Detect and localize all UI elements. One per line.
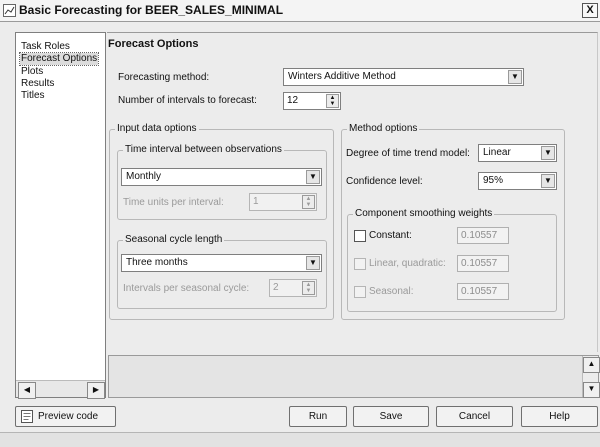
nav-item-forecast-options[interactable]: Forecast Options (18, 52, 100, 66)
scroll-down-icon[interactable]: ▼ (583, 382, 600, 398)
task-navigation-list[interactable]: Task Roles Forecast Options Plots Result… (15, 32, 106, 398)
time-interval-value: Monthly (126, 171, 162, 182)
time-units-value: 1 (253, 196, 259, 207)
nav-item-results[interactable]: Results (20, 78, 55, 90)
confidence-level-value: 95% (483, 175, 504, 186)
forecasting-method-value: Winters Additive Method (288, 71, 396, 82)
spin-arrows-icon: ▲ ▼ (302, 281, 315, 295)
chevron-down-icon[interactable]: ▼ (541, 174, 555, 188)
intervals-per-cycle-value: 2 (273, 282, 279, 293)
spin-arrows-icon[interactable]: ▲ ▼ (326, 94, 339, 108)
seasonal-cycle-value: Three months (126, 257, 188, 268)
trend-degree-value: Linear (483, 147, 511, 158)
code-page-icon (21, 410, 33, 423)
window-title: Basic Forecasting for BEER_SALES_MINIMAL (19, 3, 284, 17)
seasonal-checkbox (354, 286, 366, 298)
input-data-options-legend: Input data options (115, 123, 199, 134)
description-vertical-scrollbar[interactable]: ▲ ▼ (582, 356, 600, 398)
constant-checkbox[interactable] (354, 230, 366, 242)
trend-degree-label: Degree of time trend model: (346, 148, 470, 159)
scroll-right-icon[interactable]: ▶ (87, 382, 105, 399)
smoothing-weights-legend: Component smoothing weights (353, 208, 495, 219)
chevron-down-icon[interactable]: ▼ (306, 170, 320, 184)
intervals-label: Number of intervals to forecast: (118, 95, 257, 106)
help-button[interactable]: Help (521, 406, 598, 427)
seasonal-cycle-legend: Seasonal cycle length (123, 234, 225, 245)
chevron-down-icon[interactable]: ▼ (541, 146, 555, 160)
confidence-level-label: Confidence level: (346, 176, 423, 187)
trend-degree-select[interactable]: Linear ▼ (478, 144, 557, 162)
forecasting-method-select[interactable]: Winters Additive Method ▼ (283, 68, 524, 86)
nav-item-titles[interactable]: Titles (20, 90, 46, 102)
time-units-label: Time units per interval: (123, 197, 224, 208)
seasonal-cycle-select[interactable]: Three months ▼ (121, 254, 322, 272)
intervals-value: 12 (287, 95, 299, 106)
scroll-left-icon[interactable]: ◀ (18, 382, 36, 399)
status-bar (0, 432, 600, 447)
linear-quadratic-label: Linear, quadratic: (369, 258, 446, 269)
seasonal-weight-field: 0.10557 (457, 283, 509, 300)
page-title: Forecast Options (108, 38, 199, 50)
seasonal-label: Seasonal: (369, 286, 414, 297)
nav-item-plots[interactable]: Plots (20, 66, 44, 78)
confidence-level-select[interactable]: 95% ▼ (478, 172, 557, 190)
linear-quadratic-weight-field: 0.10557 (457, 255, 509, 272)
chevron-down-icon[interactable]: ▼ (508, 70, 522, 84)
forecasting-method-label: Forecasting method: (118, 72, 210, 83)
linear-quadratic-checkbox (354, 258, 366, 270)
constant-label: Constant: (369, 230, 412, 241)
time-interval-select[interactable]: Monthly ▼ (121, 168, 322, 186)
description-panel (108, 355, 599, 398)
time-units-stepper: 1 ▲ ▼ (249, 193, 317, 211)
chart-icon (3, 4, 16, 17)
save-button[interactable]: Save (353, 406, 429, 427)
constant-weight-field: 0.10557 (457, 227, 509, 244)
method-options-legend: Method options (347, 123, 420, 134)
time-interval-legend: Time interval between observations (123, 144, 284, 155)
preview-code-label: Preview code (38, 411, 99, 422)
intervals-stepper[interactable]: 12 ▲ ▼ (283, 92, 341, 110)
preview-code-button[interactable]: Preview code (15, 406, 116, 427)
nav-horizontal-scrollbar[interactable]: ◀ ▶ (16, 380, 105, 399)
nav-item-task-roles[interactable]: Task Roles (20, 41, 71, 53)
close-icon[interactable]: X (582, 3, 598, 18)
scroll-up-icon[interactable]: ▲ (583, 357, 600, 373)
intervals-per-cycle-label: Intervals per seasonal cycle: (123, 283, 250, 294)
intervals-per-cycle-stepper: 2 ▲ ▼ (269, 279, 317, 297)
run-button[interactable]: Run (289, 406, 347, 427)
spin-arrows-icon: ▲ ▼ (302, 195, 315, 209)
chevron-down-icon[interactable]: ▼ (306, 256, 320, 270)
cancel-button[interactable]: Cancel (436, 406, 513, 427)
seasonal-cycle-group (117, 240, 327, 309)
